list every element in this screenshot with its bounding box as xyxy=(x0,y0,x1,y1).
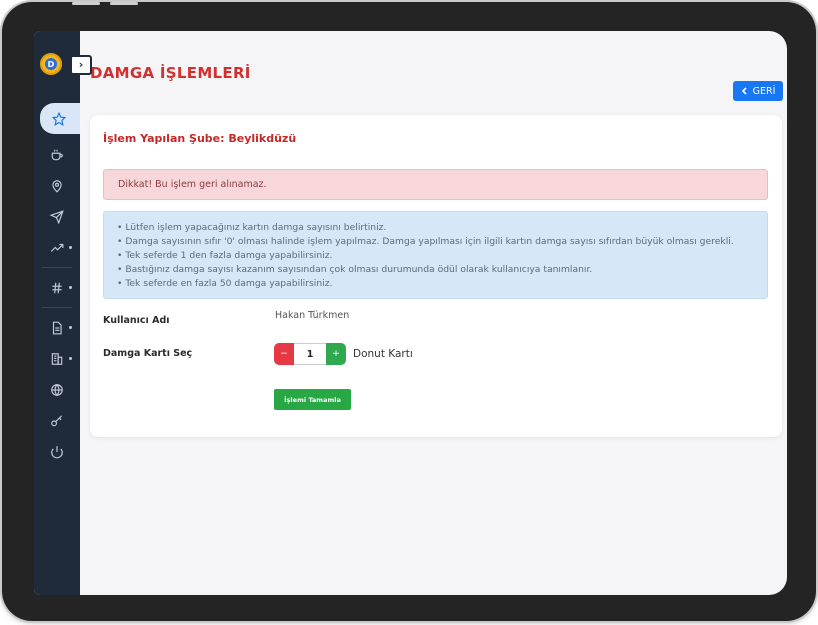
submenu-dot xyxy=(69,246,72,249)
stamp-card-label: Damga Kartı Seç xyxy=(103,348,193,359)
sidebar-item-tags[interactable] xyxy=(34,272,80,303)
star-icon xyxy=(52,111,66,126)
document-icon xyxy=(52,321,62,334)
sidebar-item-web[interactable] xyxy=(34,374,80,405)
submenu-dot xyxy=(69,286,72,289)
sidebar-nav xyxy=(34,103,80,467)
building-icon xyxy=(51,352,63,365)
hash-icon xyxy=(52,282,62,293)
coffee-icon xyxy=(51,149,63,160)
globe-icon xyxy=(51,383,63,396)
sidebar-item-documents[interactable] xyxy=(34,312,80,343)
key-icon xyxy=(51,414,63,426)
sidebar-item-stats[interactable] xyxy=(34,232,80,263)
stamp-quantity-stepper: − 1 + Donut Kartı xyxy=(274,343,413,365)
sidebar-item-branches[interactable] xyxy=(34,343,80,374)
send-icon xyxy=(50,209,64,224)
increment-button[interactable]: + xyxy=(326,343,346,365)
info-line: • Lütfen işlem yapacağınız kartın damga … xyxy=(117,222,387,233)
app-screen: D › DAMGA İŞLEMLERİ GERİ İşlem Yapılan Ş… xyxy=(34,31,787,595)
device-button xyxy=(110,2,138,5)
username-label: Kullanıcı Adı xyxy=(103,315,170,326)
username-value: Hakan Türkmen xyxy=(275,310,350,321)
info-line: • Bastığınız damga sayısı kazanım sayısı… xyxy=(117,264,593,275)
back-button-label: GERİ xyxy=(752,85,776,97)
sidebar-item-favorites[interactable] xyxy=(40,103,80,134)
sidebar-toggle-button[interactable]: › xyxy=(70,55,92,75)
submenu-dot xyxy=(69,357,72,360)
back-button[interactable]: GERİ xyxy=(733,81,783,101)
sidebar-item-logout[interactable] xyxy=(34,436,80,467)
trending-icon xyxy=(50,243,64,252)
warning-alert: Dikkat! Bu işlem geri alınamaz. xyxy=(103,169,768,200)
sidebar-item-cafe[interactable] xyxy=(34,139,80,170)
info-line: • Tek seferde 1 den fazla damga yapabili… xyxy=(117,250,333,261)
stamp-card-name: Donut Kartı xyxy=(353,348,413,360)
chevron-left-icon xyxy=(741,87,747,95)
location-icon xyxy=(52,179,62,193)
branch-heading: İşlem Yapılan Şube: Beylikdüzü xyxy=(103,132,297,145)
divider xyxy=(42,267,72,268)
app-logo[interactable]: D xyxy=(40,53,62,75)
sidebar-item-locations[interactable] xyxy=(34,170,80,201)
power-icon xyxy=(51,445,63,458)
submenu-dot xyxy=(69,326,72,329)
page-title: DAMGA İŞLEMLERİ xyxy=(90,64,251,82)
decrement-button[interactable]: − xyxy=(274,343,294,365)
info-line: • Damga sayısının sıfır '0' olması halin… xyxy=(117,236,734,247)
device-button xyxy=(72,2,100,5)
logo-letter: D xyxy=(45,58,57,70)
info-alert: • Lütfen işlem yapacağınız kartın damga … xyxy=(103,211,768,299)
info-line: • Tek seferde en fazla 50 damga yapabili… xyxy=(117,278,333,289)
stamp-count-input[interactable]: 1 xyxy=(294,343,326,365)
sidebar-item-keys[interactable] xyxy=(34,405,80,436)
divider xyxy=(42,307,72,308)
stamp-card-panel: İşlem Yapılan Şube: Beylikdüzü Dikkat! B… xyxy=(90,115,782,437)
complete-transaction-button[interactable]: İşlemi Tamamla xyxy=(274,389,351,410)
chevron-right-icon: › xyxy=(78,58,84,71)
sidebar: D xyxy=(34,31,80,595)
sidebar-item-messages[interactable] xyxy=(34,201,80,232)
